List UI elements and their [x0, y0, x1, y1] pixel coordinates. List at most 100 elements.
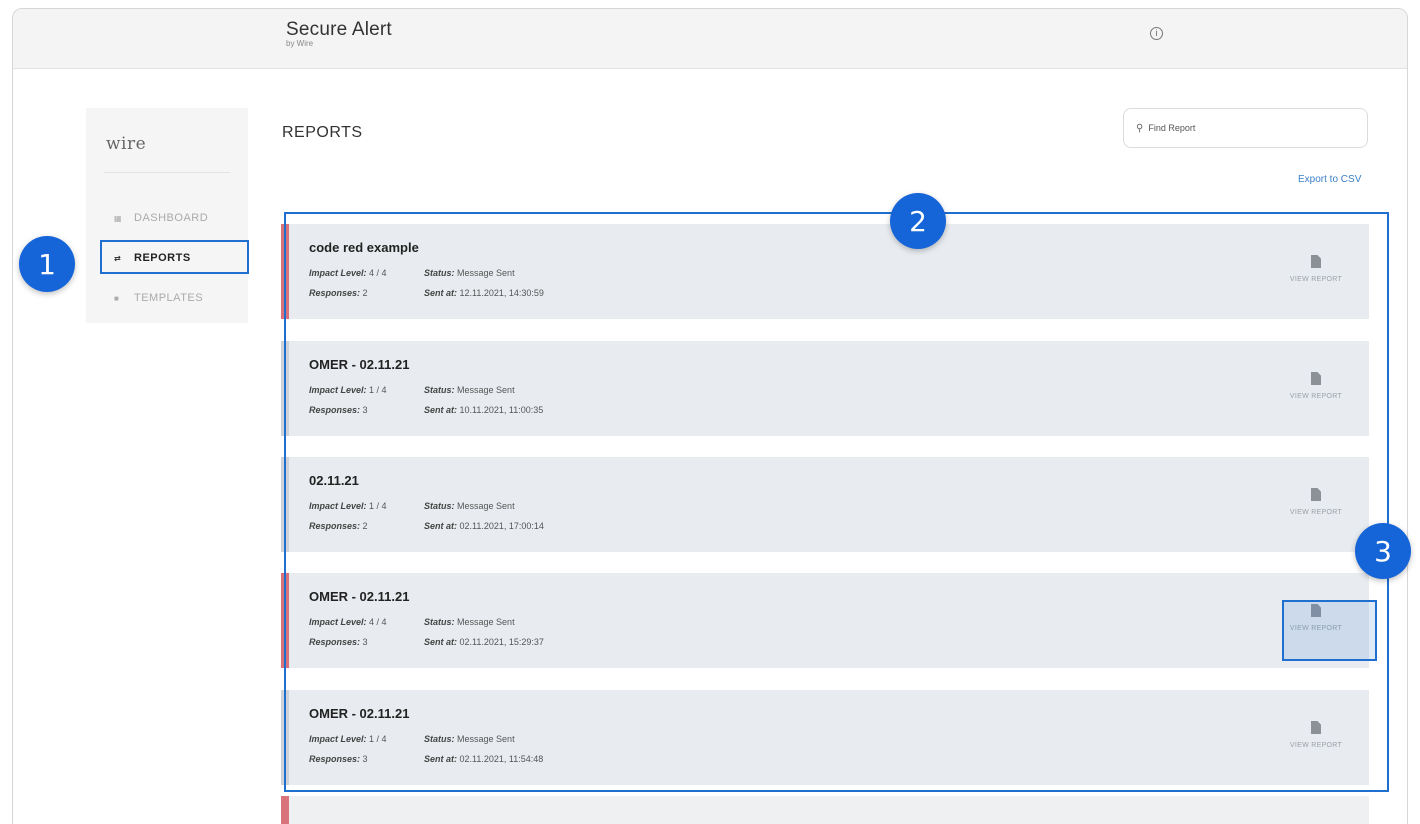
- highlight-view-report: [1282, 600, 1377, 661]
- report-meta-row: Responses: 2 Sent at: 12.11.2021, 14:30:…: [309, 288, 544, 298]
- info-circle-icon[interactable]: i: [1150, 27, 1163, 40]
- callout-badge-1: 1: [19, 236, 75, 292]
- sidebar-item-label: DASHBOARD: [134, 212, 209, 224]
- report-meta-row: Impact Level: 1 / 4 Status: Message Sent: [309, 734, 515, 744]
- callout-badge-3: 3: [1355, 523, 1411, 579]
- sent-at-value: 02.11.2021, 15:29:37: [459, 637, 544, 647]
- grid-icon: ▦: [114, 213, 123, 223]
- view-report-label: VIEW REPORT: [1289, 509, 1343, 516]
- sidebar-item-templates[interactable]: ■ TEMPLATES: [86, 284, 248, 312]
- report-name: 02.11.21: [309, 473, 359, 488]
- impact-value: 1 / 4: [369, 385, 387, 395]
- responses-value: 3: [362, 754, 368, 764]
- impact-value: 1 / 4: [369, 734, 387, 744]
- view-report-button[interactable]: VIEW REPORT: [1271, 704, 1361, 766]
- view-report-button[interactable]: VIEW REPORT: [1271, 471, 1361, 533]
- report-row-partial[interactable]: [281, 796, 1369, 824]
- status-label: Status:: [424, 617, 455, 627]
- brand: Secure Alert by Wire: [286, 19, 392, 48]
- search-icon: ⚲: [1136, 122, 1144, 134]
- report-meta-row: Impact Level: 1 / 4 Status: Message Sent: [309, 385, 515, 395]
- status-value: Message Sent: [457, 385, 515, 395]
- impact-label: Impact Level:: [309, 734, 367, 744]
- export-csv-link[interactable]: Export to CSV: [1298, 174, 1361, 185]
- search-box[interactable]: ⚲: [1123, 108, 1368, 148]
- report-row[interactable]: 02.11.21 Impact Level: 1 / 4 Status: Mes…: [281, 457, 1369, 552]
- sidebar-item-reports[interactable]: ⇄ REPORTS: [86, 244, 248, 272]
- document-icon: [1311, 721, 1321, 734]
- sent-at-label: Sent at:: [424, 754, 458, 764]
- impact-label: Impact Level:: [309, 385, 367, 395]
- impact-indicator: [281, 224, 289, 319]
- impact-indicator: [281, 341, 289, 436]
- sent-at-value: 02.11.2021, 17:00:14: [459, 521, 544, 531]
- report-meta-row: Impact Level: 4 / 4 Status: Message Sent: [309, 268, 515, 278]
- view-report-label: VIEW REPORT: [1289, 742, 1343, 749]
- templates-icon: ■: [114, 293, 120, 303]
- report-name: OMER - 02.11.21: [309, 706, 410, 721]
- top-bar: Secure Alert by Wire i: [13, 9, 1407, 69]
- callout-badge-2: 2: [890, 193, 946, 249]
- view-report-button[interactable]: VIEW REPORT: [1271, 355, 1361, 417]
- sent-at-value: 12.11.2021, 14:30:59: [459, 288, 544, 298]
- report-row[interactable]: OMER - 02.11.21 Impact Level: 1 / 4 Stat…: [281, 690, 1369, 785]
- responses-label: Responses:: [309, 288, 361, 298]
- report-row[interactable]: OMER - 02.11.21 Impact Level: 4 / 4 Stat…: [281, 573, 1369, 668]
- impact-label: Impact Level:: [309, 501, 367, 511]
- view-report-label: VIEW REPORT: [1289, 276, 1343, 283]
- responses-value: 2: [362, 288, 368, 298]
- responses-label: Responses:: [309, 754, 361, 764]
- impact-label: Impact Level:: [309, 268, 367, 278]
- document-icon: [1311, 255, 1321, 268]
- sidebar-divider: [104, 172, 230, 173]
- responses-value: 3: [362, 405, 368, 415]
- impact-label: Impact Level:: [309, 617, 367, 627]
- sent-at-label: Sent at:: [424, 405, 458, 415]
- wire-logo: wire: [106, 134, 147, 154]
- report-name: code red example: [309, 240, 419, 255]
- sidebar: wire ▦ DASHBOARD ⇄ REPORTS ■ TEMPLATES: [86, 108, 248, 323]
- impact-indicator: [281, 457, 289, 552]
- app-title: Secure Alert: [286, 19, 392, 40]
- report-name: OMER - 02.11.21: [309, 589, 410, 604]
- sent-at-label: Sent at:: [424, 521, 458, 531]
- status-label: Status:: [424, 268, 455, 278]
- responses-value: 2: [362, 521, 368, 531]
- report-name: OMER - 02.11.21: [309, 357, 410, 372]
- view-report-button[interactable]: VIEW REPORT: [1271, 238, 1361, 300]
- sent-at-value: 10.11.2021, 11:00:35: [459, 405, 544, 415]
- sidebar-item-label: TEMPLATES: [134, 292, 204, 304]
- impact-value: 4 / 4: [369, 268, 387, 278]
- report-meta-row: Responses: 3 Sent at: 02.11.2021, 11:54:…: [309, 754, 543, 764]
- report-meta-row: Responses: 2 Sent at: 02.11.2021, 17:00:…: [309, 521, 544, 531]
- responses-label: Responses:: [309, 521, 361, 531]
- impact-indicator: [281, 690, 289, 785]
- report-row[interactable]: OMER - 02.11.21 Impact Level: 1 / 4 Stat…: [281, 341, 1369, 436]
- sidebar-item-dashboard[interactable]: ▦ DASHBOARD: [86, 204, 248, 232]
- sent-at-value: 02.11.2021, 11:54:48: [459, 754, 544, 764]
- status-value: Message Sent: [457, 617, 515, 627]
- impact-value: 1 / 4: [369, 501, 387, 511]
- responses-label: Responses:: [309, 637, 361, 647]
- status-label: Status:: [424, 734, 455, 744]
- report-meta-row: Impact Level: 1 / 4 Status: Message Sent: [309, 501, 515, 511]
- document-icon: [1311, 488, 1321, 501]
- responses-label: Responses:: [309, 405, 361, 415]
- view-report-label: VIEW REPORT: [1289, 393, 1343, 400]
- report-meta-row: Impact Level: 4 / 4 Status: Message Sent: [309, 617, 515, 627]
- page-title: REPORTS: [282, 124, 363, 141]
- sent-at-label: Sent at:: [424, 288, 458, 298]
- sent-at-label: Sent at:: [424, 637, 458, 647]
- search-input[interactable]: [1148, 123, 1349, 133]
- report-row[interactable]: code red example Impact Level: 4 / 4 Sta…: [281, 224, 1369, 319]
- status-value: Message Sent: [457, 734, 515, 744]
- report-meta-row: Responses: 3 Sent at: 10.11.2021, 11:00:…: [309, 405, 543, 415]
- status-value: Message Sent: [457, 268, 515, 278]
- status-label: Status:: [424, 501, 455, 511]
- document-icon: [1311, 372, 1321, 385]
- status-label: Status:: [424, 385, 455, 395]
- status-value: Message Sent: [457, 501, 515, 511]
- reports-icon: ⇄: [114, 253, 122, 263]
- sidebar-item-label: REPORTS: [134, 252, 191, 264]
- impact-indicator: [281, 573, 289, 668]
